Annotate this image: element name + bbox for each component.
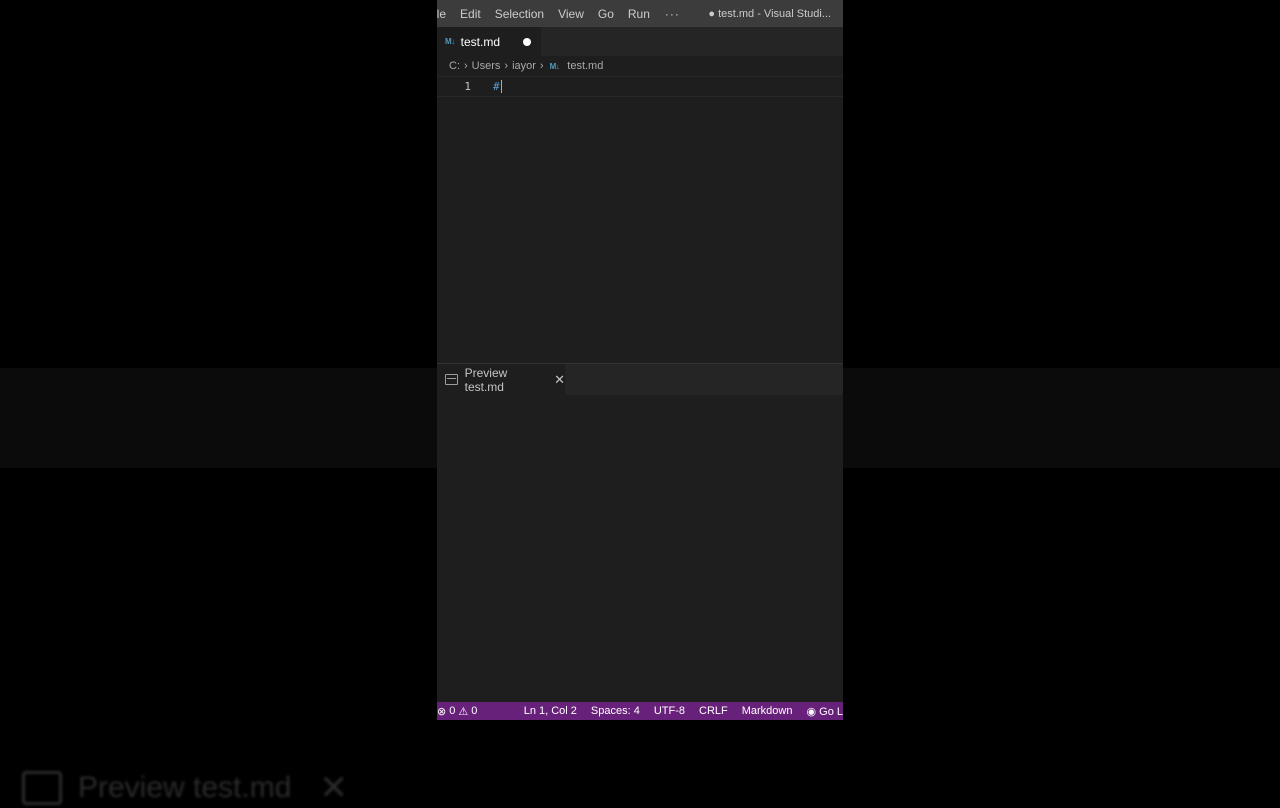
error-icon: ⊗: [437, 705, 447, 718]
preview-tab-bar: Preview test.md ✕: [437, 364, 843, 395]
status-cursor-position[interactable]: Ln 1, Col 2: [517, 705, 584, 717]
text-cursor: [500, 80, 502, 94]
menu-run[interactable]: Run: [621, 7, 657, 21]
warning-icon: ⚠: [458, 705, 469, 718]
window-title: ● test.md - Visual Studi...: [708, 7, 831, 20]
status-go-live[interactable]: ◉ Go L: [799, 705, 843, 718]
chevron-right-icon: ›: [504, 60, 509, 72]
editor-area[interactable]: 1 #: [437, 76, 843, 356]
breadcrumb-user-folder[interactable]: iayor: [512, 60, 536, 72]
close-icon[interactable]: ✕: [554, 372, 565, 388]
menu-more-icon[interactable]: ···: [657, 7, 688, 21]
warning-count: 0: [471, 705, 478, 717]
background-ghost-close-icon: ✕: [319, 769, 348, 807]
menu-selection[interactable]: Selection: [488, 7, 551, 21]
menu-file[interactable]: ile: [437, 7, 453, 21]
background-ghost-preview: Preview test.md ✕: [22, 768, 348, 808]
status-eol[interactable]: CRLF: [692, 705, 735, 717]
status-right-group: Ln 1, Col 2 Spaces: 4 UTF-8 CRLF Markdow…: [517, 705, 843, 718]
menu-edit[interactable]: Edit: [453, 7, 488, 21]
markdown-icon: M↓: [445, 37, 455, 46]
editor-line[interactable]: 1 #: [437, 76, 843, 97]
unsaved-dot-icon[interactable]: [523, 37, 531, 46]
background-blur-right: [843, 368, 1280, 468]
status-language[interactable]: Markdown: [735, 705, 800, 717]
menu-view[interactable]: View: [551, 7, 591, 21]
broadcast-icon: ◉: [806, 705, 820, 718]
breadcrumb-drive[interactable]: C:: [449, 60, 460, 72]
breadcrumb-users[interactable]: Users: [472, 60, 501, 72]
line-number: 1: [464, 80, 471, 93]
breadcrumb: C: › Users › iayor › M↓ test.md: [437, 56, 843, 76]
tab-preview[interactable]: Preview test.md ✕: [437, 364, 565, 395]
preview-tab-label: Preview test.md: [464, 365, 508, 394]
preview-icon: [445, 374, 458, 385]
tab-test-md[interactable]: M↓ test.md: [437, 27, 541, 56]
status-bar: ⊗ 0 ⚠ 0 Ln 1, Col 2 Spaces: 4 UTF-8 CRLF…: [437, 702, 843, 720]
vscode-window: ile Edit Selection View Go Run ··· ● tes…: [437, 0, 843, 720]
status-problems[interactable]: ⊗ 0 ⚠ 0: [437, 705, 477, 718]
line-text: #: [493, 79, 500, 93]
breadcrumb-file[interactable]: test.md: [567, 60, 603, 72]
background-ghost-label: Preview test.md: [78, 771, 292, 804]
menu-go[interactable]: Go: [591, 7, 621, 21]
preview-editor-group: Preview test.md ✕: [437, 363, 843, 703]
status-encoding[interactable]: UTF-8: [647, 705, 692, 717]
go-live-label: Go L: [819, 705, 843, 718]
tab-label: test.md: [460, 34, 501, 49]
preview-ghost-icon: [22, 771, 62, 805]
background-blur-left: Preview test.md ✕: [0, 368, 437, 807]
markdown-icon: M↓: [549, 61, 560, 71]
editor-tab-bar: M↓ test.md: [437, 27, 843, 56]
chevron-right-icon: ›: [539, 60, 544, 72]
chevron-right-icon: ›: [464, 60, 468, 72]
title-bar: ile Edit Selection View Go Run ··· ● tes…: [437, 0, 843, 27]
line-content[interactable]: #: [493, 80, 502, 94]
status-indentation[interactable]: Spaces: 4: [584, 705, 647, 717]
